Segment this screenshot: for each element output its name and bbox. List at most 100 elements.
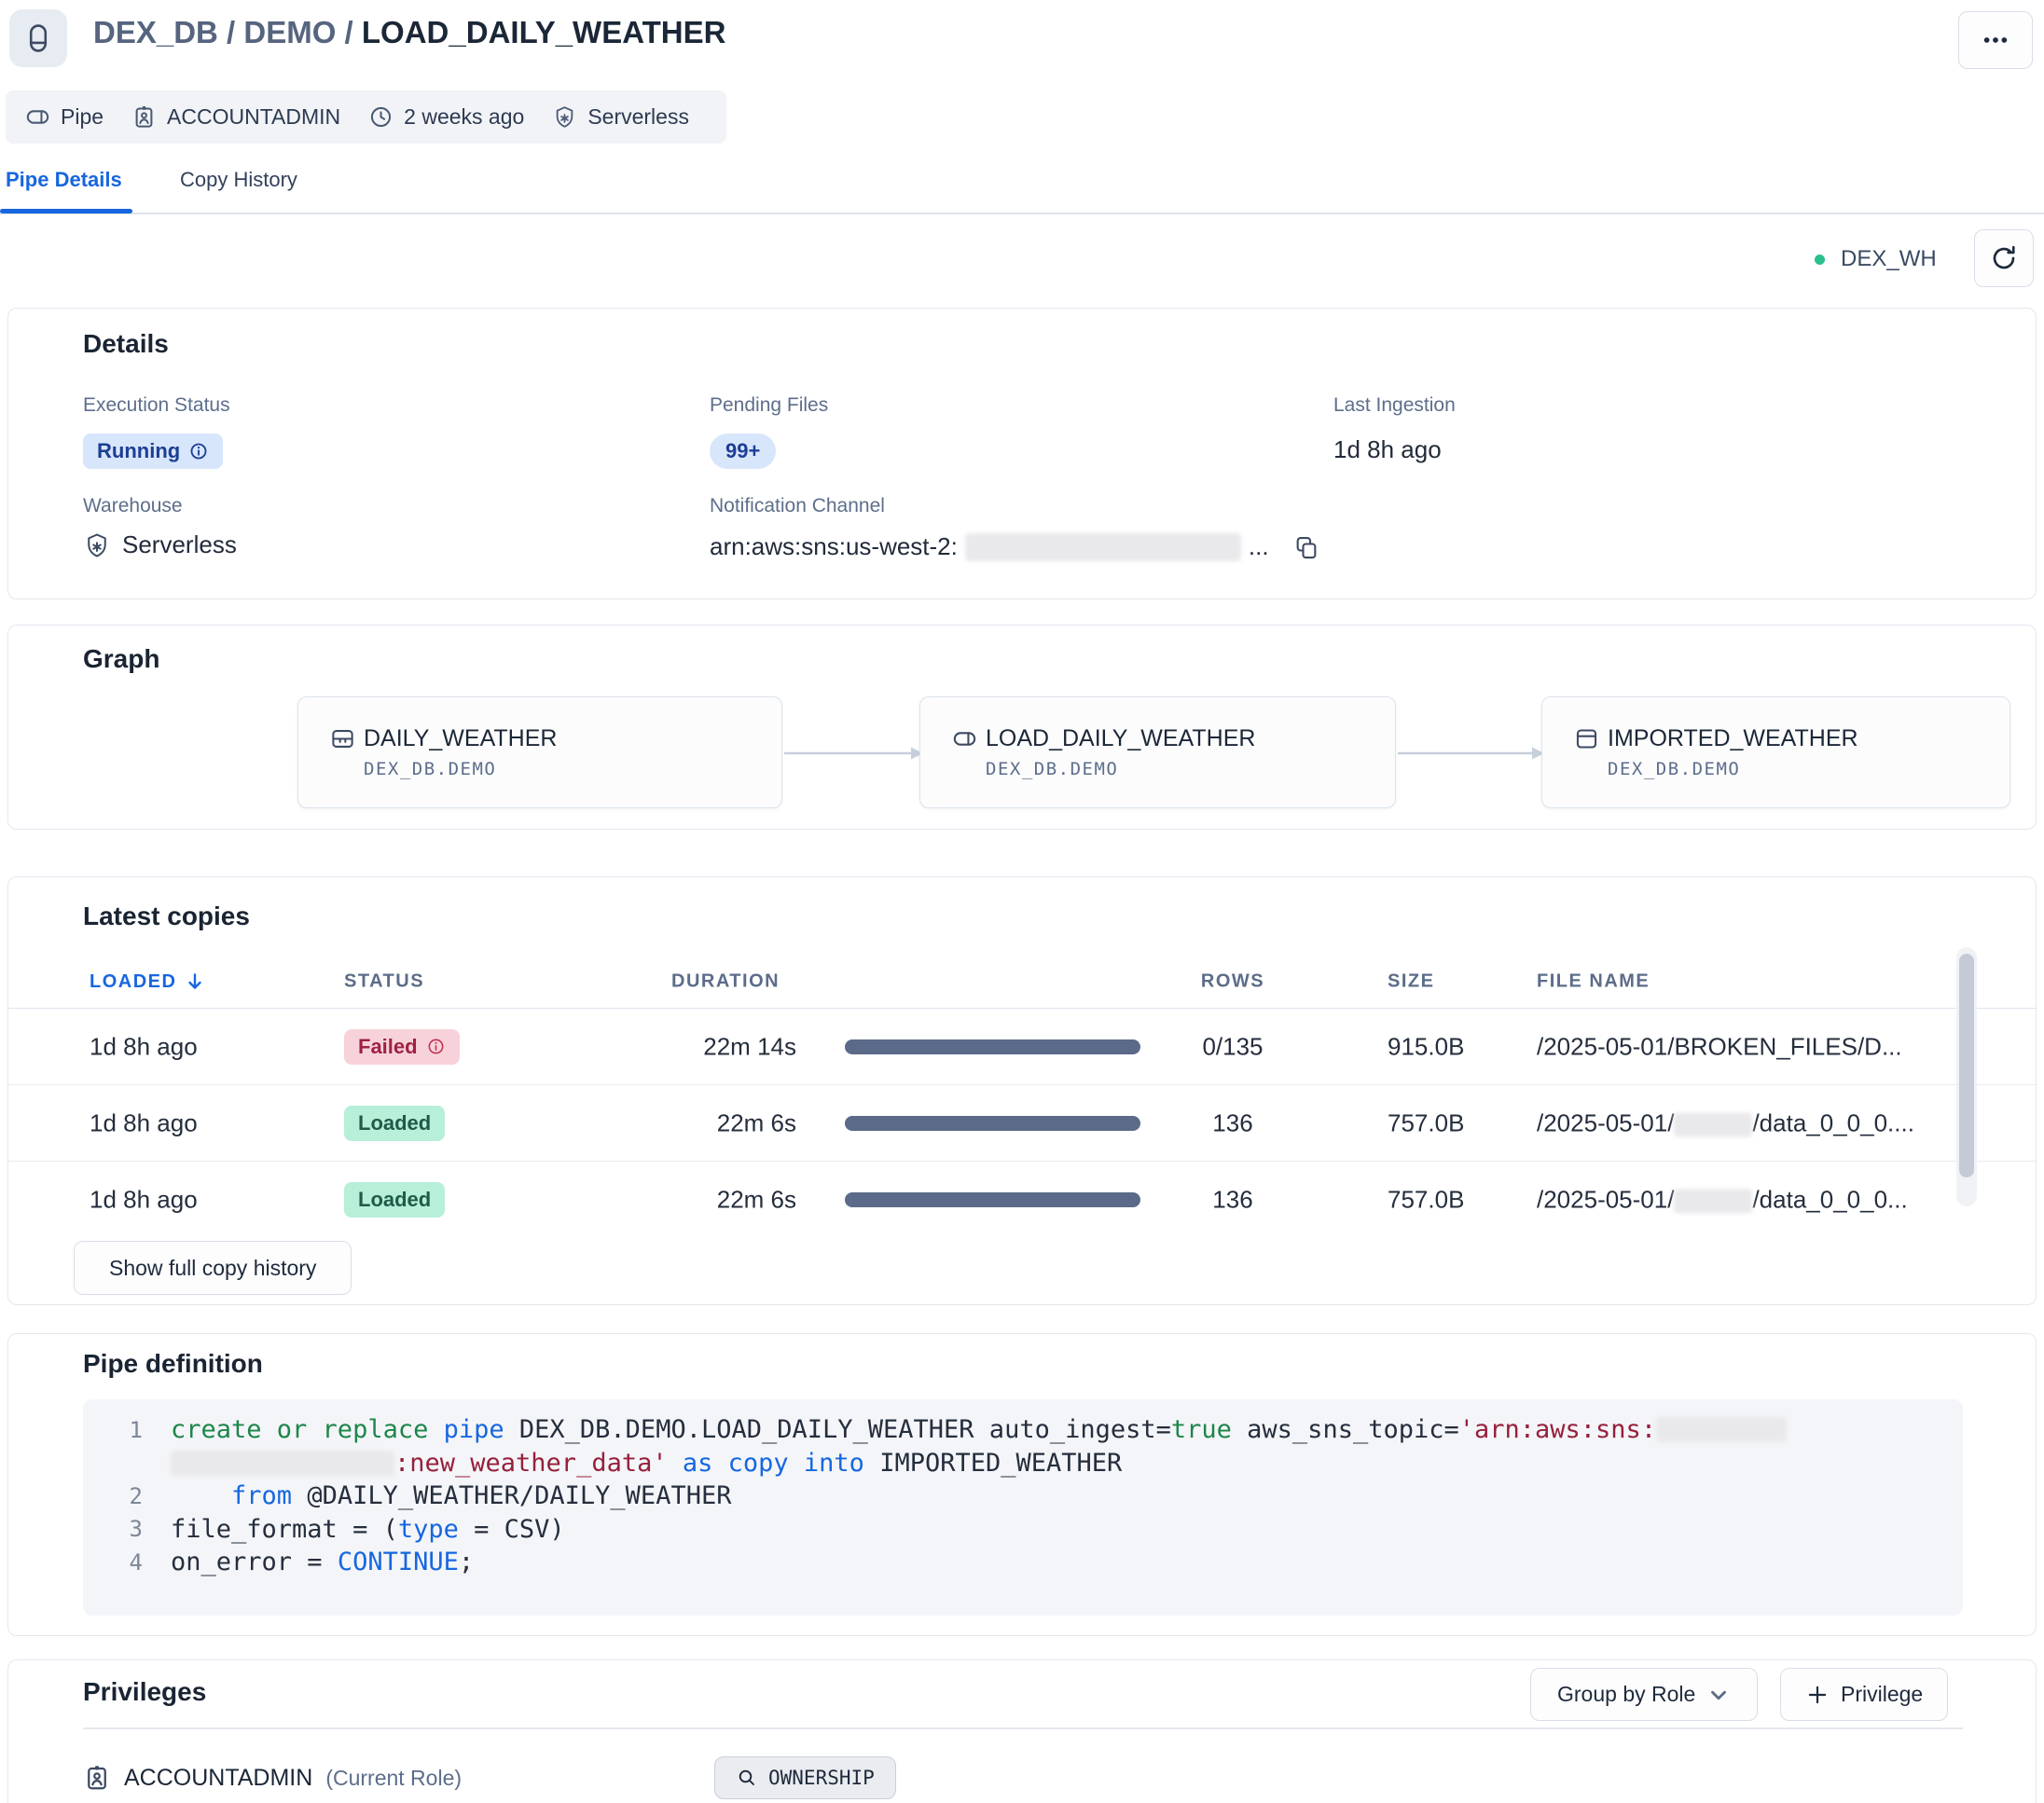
- line-number: 1: [83, 1417, 143, 1443]
- execution-status-badge[interactable]: Running: [83, 434, 223, 469]
- more-options-button[interactable]: [1958, 11, 2033, 69]
- graph-node-daily_weather[interactable]: DAILY_WEATHERDEX_DB.DEMO: [297, 696, 782, 808]
- pipe-definition-heading: Pipe definition: [83, 1349, 263, 1379]
- redacted-path-segment: [1674, 1190, 1752, 1214]
- copy-size: 757.0B: [1388, 1186, 1464, 1215]
- pipe-icon: [25, 104, 50, 130]
- line-number: 2: [83, 1483, 143, 1509]
- current-role-note: (Current Role): [325, 1766, 462, 1791]
- latest-copies-heading: Latest copies: [83, 902, 250, 931]
- col-loaded[interactable]: LOADED: [90, 970, 206, 993]
- col-size[interactable]: SIZE: [1388, 971, 1434, 993]
- tab-copy-history[interactable]: Copy History: [180, 168, 297, 192]
- copy-status: Loaded: [344, 1182, 445, 1218]
- copy-loaded: 1d 8h ago: [90, 1032, 198, 1061]
- meta-compute: Serverless: [552, 104, 689, 130]
- status-badge[interactable]: Failed: [344, 1029, 460, 1065]
- privileges-divider: [83, 1727, 1963, 1729]
- pipe-object-icon-box: [9, 9, 67, 67]
- page-title: DEX_DB / DEMO / LOAD_DAILY_WEATHER: [93, 15, 725, 50]
- last-ingestion-value: 1d 8h ago: [1333, 435, 1442, 464]
- chevron-down-icon: [1706, 1683, 1731, 1707]
- role-badge-icon: [131, 104, 157, 130]
- warehouse-status-dot: [1815, 255, 1825, 265]
- details-card: Details Execution Status Running Warehou…: [7, 308, 2037, 599]
- pipe-details-page: DEX_DB / DEMO / LOAD_DAILY_WEATHER Pipe: [0, 0, 2044, 1803]
- code-line: :new_weather_data' as copy into IMPORTED…: [83, 1447, 1963, 1480]
- copy-status: Failed: [344, 1029, 460, 1065]
- copy-duration-bar: [845, 1116, 1140, 1131]
- copy-row[interactable]: 1d 8h agoLoaded22m 6s136757.0B/2025-05-0…: [8, 1162, 2036, 1238]
- copies-table-header: LOADED STATUS DURATION ROWS SIZE FILE NA…: [8, 956, 2036, 1009]
- code-line: 3file_format = (type = CSV): [83, 1513, 1963, 1547]
- info-icon: [426, 1037, 446, 1056]
- copy-file: /2025-05-01//data_0_0_0...: [1537, 1186, 1908, 1215]
- notification-channel-label: Notification Channel: [710, 495, 885, 517]
- warehouse-chip[interactable]: DEX_WH: [1815, 241, 1937, 278]
- last-ingestion-label: Last Ingestion: [1333, 394, 1456, 417]
- copy-row[interactable]: 1d 8h agoFailed22m 14s0/135915.0B/2025-0…: [8, 1009, 2036, 1085]
- sql-code-block: 1create or replace pipe DEX_DB.DEMO.LOAD…: [83, 1399, 1963, 1616]
- copy-size: 915.0B: [1388, 1032, 1464, 1061]
- redacted-code-segment: [1656, 1417, 1787, 1442]
- object-name: LOAD_DAILY_WEATHER: [362, 15, 726, 49]
- copy-duration-bar: [845, 1192, 1140, 1207]
- code-line: 2 from @DAILY_WEATHER/DAILY_WEATHER: [83, 1480, 1963, 1513]
- ownership-grant-pill: OWNERSHIP: [714, 1756, 896, 1799]
- col-rows[interactable]: ROWS: [1167, 971, 1298, 993]
- copy-row[interactable]: 1d 8h agoLoaded22m 6s136757.0B/2025-05-0…: [8, 1085, 2036, 1162]
- privileges-card: Privileges Group by Role Privilege: [7, 1659, 2037, 1803]
- col-duration[interactable]: DURATION: [671, 971, 780, 993]
- graph-edge-arrow: [1398, 745, 1547, 762]
- info-icon[interactable]: [188, 441, 209, 461]
- redacted-code-segment: [171, 1451, 394, 1476]
- breadcrumb: DEX_DB / DEMO /: [93, 15, 353, 49]
- role-badge-icon: [83, 1764, 111, 1792]
- execution-status-label: Execution Status: [83, 394, 230, 417]
- meta-owner-role: ACCOUNTADMIN: [131, 104, 340, 130]
- warehouse-label: Warehouse: [83, 495, 183, 517]
- graph-card: Graph DAILY_WEATHERDEX_DB.DEMOLOAD_DAILY…: [7, 625, 2037, 830]
- status-badge: Loaded: [344, 1106, 445, 1141]
- copy-loaded: 1d 8h ago: [90, 1108, 198, 1137]
- copy-rows: 0/135: [1167, 1032, 1298, 1061]
- stage-icon: [330, 726, 355, 751]
- copies-table-body: 1d 8h agoFailed22m 14s0/135915.0B/2025-0…: [8, 1009, 2036, 1238]
- show-full-copy-history-button[interactable]: Show full copy history: [74, 1241, 352, 1295]
- clock-icon: [368, 104, 394, 130]
- col-status[interactable]: STATUS: [344, 971, 424, 993]
- group-by-role-button[interactable]: Group by Role: [1530, 1668, 1758, 1721]
- graph-node-name: LOAD_DAILY_WEATHER: [952, 725, 1255, 752]
- code-line: 4on_error = CONTINUE;: [83, 1546, 1963, 1579]
- code-line: 1create or replace pipe DEX_DB.DEMO.LOAD…: [83, 1413, 1963, 1447]
- notification-channel-value: arn:aws:sns:us-west-2: ...: [710, 532, 1319, 561]
- copy-file: /2025-05-01/BROKEN_FILES/D...: [1537, 1032, 1902, 1061]
- pipe-icon: [952, 726, 977, 751]
- serverless-snowflake-icon: [83, 531, 111, 559]
- copy-status: Loaded: [344, 1106, 445, 1141]
- redacted-path-segment: [1674, 1112, 1752, 1136]
- scrollbar-thumb[interactable]: [1959, 954, 1974, 1177]
- meta-object-type: Pipe: [25, 104, 104, 130]
- latest-copies-card: Latest copies LOADED STATUS DURATION ROW…: [7, 876, 2037, 1305]
- graph-edge-arrow: [784, 745, 926, 762]
- pipe-definition-card: Pipe definition 1create or replace pipe …: [7, 1333, 2037, 1636]
- graph-node-load_daily_weather[interactable]: LOAD_DAILY_WEATHERDEX_DB.DEMO: [919, 696, 1396, 808]
- privileges-heading: Privileges: [83, 1677, 206, 1707]
- graph-node-imported_weather[interactable]: IMPORTED_WEATHERDEX_DB.DEMO: [1541, 696, 2010, 808]
- copy-icon[interactable]: [1293, 534, 1319, 560]
- graph-node-path: DEX_DB.DEMO: [364, 759, 496, 779]
- privilege-role-row: ACCOUNTADMIN (Current Role): [83, 1756, 462, 1799]
- object-meta-bar: Pipe ACCOUNTADMIN 2 weeks ago: [6, 90, 726, 144]
- copy-duration: 22m 6s: [664, 1108, 796, 1137]
- line-number: 3: [83, 1516, 143, 1542]
- sort-down-icon: [184, 970, 206, 993]
- col-file-name[interactable]: FILE NAME: [1537, 971, 1650, 993]
- tab-pipe-details[interactable]: Pipe Details: [6, 168, 122, 192]
- copy-loaded: 1d 8h ago: [90, 1186, 198, 1215]
- warehouse-name: DEX_WH: [1841, 246, 1937, 272]
- refresh-icon: [1989, 243, 2019, 273]
- meta-last-modified: 2 weeks ago: [368, 104, 524, 130]
- refresh-button[interactable]: [1974, 229, 2034, 287]
- add-privilege-button[interactable]: Privilege: [1780, 1668, 1948, 1721]
